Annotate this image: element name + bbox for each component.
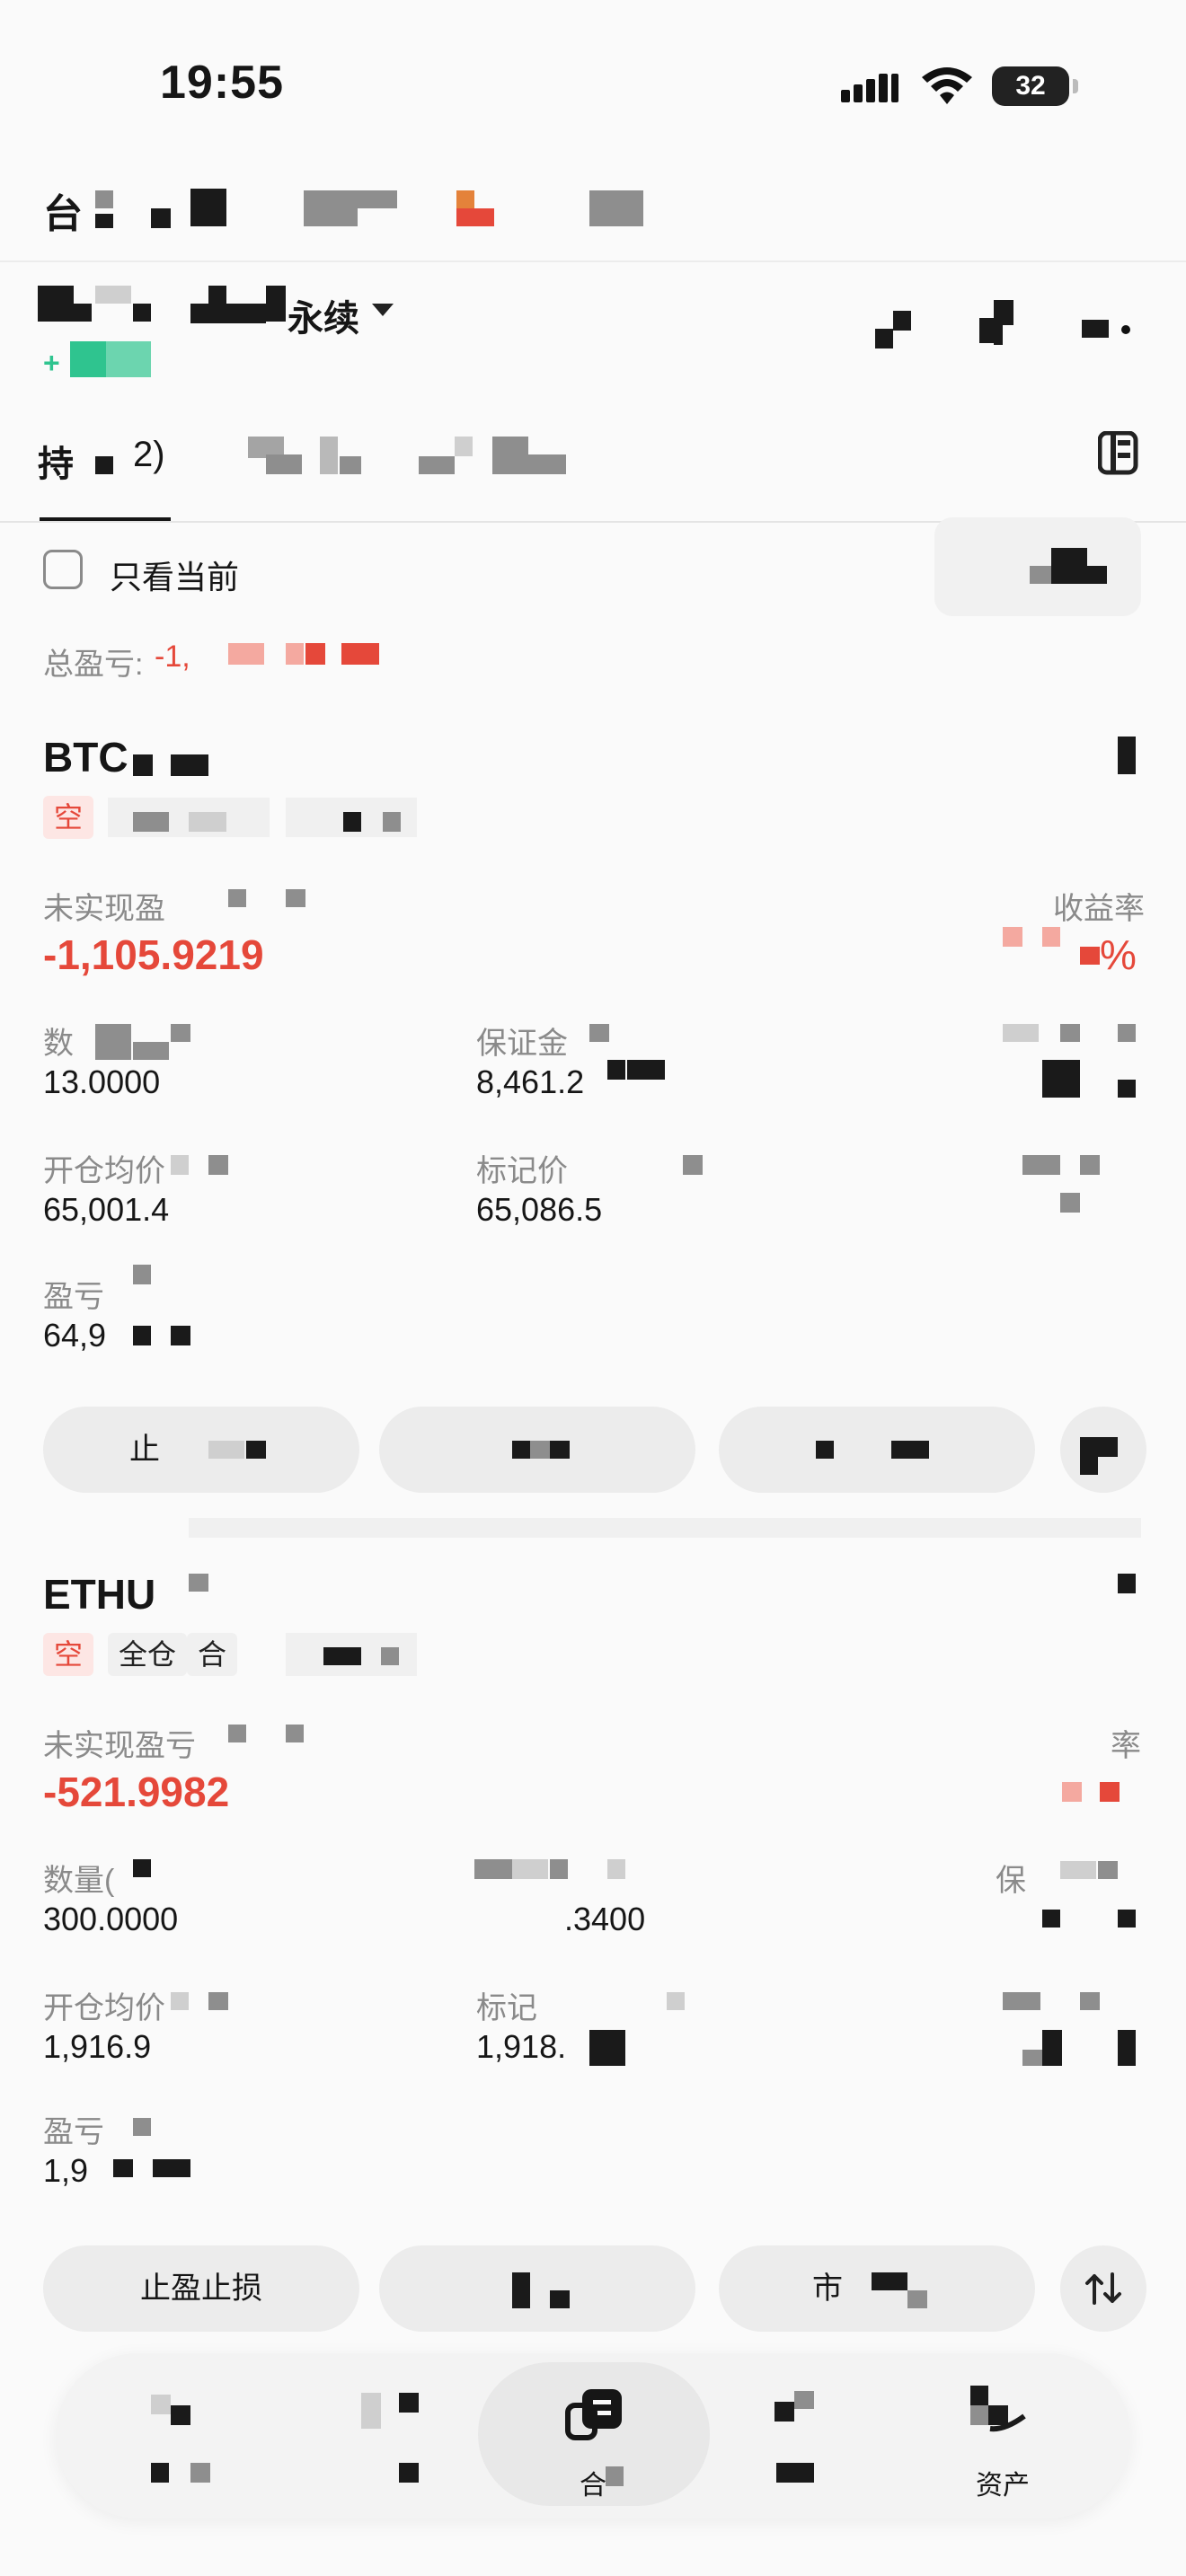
sort-icon — [1085, 2272, 1121, 2305]
return-rate-label: 收益率 — [1053, 892, 1145, 926]
tp-sl-button[interactable]: 止盈止损 — [43, 2245, 359, 2332]
candle-icon[interactable] — [979, 300, 1026, 354]
nav-assets-label: 资产 — [976, 2471, 1030, 2501]
quantity-label: 数 — [43, 1027, 74, 1061]
position-side-tag: 空 — [43, 1633, 94, 1676]
history-icon[interactable] — [1097, 430, 1145, 476]
reverse-position-button[interactable] — [1060, 2245, 1146, 2332]
mark-price-label: 标记价 — [476, 1154, 568, 1188]
total-pnl-label: 总盈亏: — [43, 648, 144, 682]
close-all-button[interactable] — [934, 517, 1141, 616]
return-rate-suffix: % — [1100, 931, 1137, 978]
margin-label: 保证金 — [476, 1027, 568, 1061]
reverse-position-button[interactable] — [1060, 1407, 1146, 1493]
breakeven-value: 64,9 — [43, 1317, 107, 1354]
battery-icon: 32 — [992, 66, 1078, 106]
cellular-icon — [841, 72, 898, 104]
unrealized-pnl-label: 未实现盈 — [43, 892, 165, 926]
margin-label: 保 — [996, 1864, 1026, 1898]
nav-item-home[interactable] — [126, 2380, 270, 2497]
nav-item-trade[interactable] — [719, 2380, 863, 2497]
market-close-button[interactable] — [719, 1407, 1035, 1493]
market-close-label: 市 — [812, 2272, 843, 2306]
mark-price-value: 65,086.5 — [476, 1191, 603, 1228]
margin-value: 8,461.2 — [476, 1063, 585, 1100]
nav-item-markets[interactable] — [323, 2380, 467, 2497]
open-price-label: 开仓均价 — [43, 1991, 165, 2025]
quantity-label: 数量( — [43, 1864, 115, 1898]
close-position-button[interactable] — [379, 2245, 695, 2332]
position-side-tag: 空 — [43, 796, 94, 839]
quantity-value: 13.0000 — [43, 1063, 161, 1100]
unrealized-pnl-value: -521.9982 — [43, 1769, 230, 1815]
nav-item-positions[interactable]: 合 — [521, 2380, 665, 2501]
market-close-button[interactable]: 市 — [719, 2245, 1035, 2332]
quantity-value: 300.0000 — [43, 1901, 179, 1937]
mark-price-value: 1,918. — [476, 2028, 567, 2065]
tp-sl-button-label: 止 — [129, 1433, 160, 1467]
only-current-checkbox[interactable] — [43, 550, 83, 589]
tab-positions[interactable]: 持 — [38, 435, 74, 487]
mark-price-label: 标记 — [476, 1991, 537, 2025]
tab-positions-count: 2) — [133, 435, 165, 474]
margin-mode-tag: 全仓 — [108, 1633, 188, 1676]
wifi-icon — [920, 66, 974, 106]
open-price-label: 开仓均价 — [43, 1154, 165, 1188]
contract-type-tag: 合 — [187, 1633, 238, 1676]
nav-item-assets[interactable]: 资产 — [931, 2380, 1075, 2501]
assets-icon — [970, 2386, 1026, 2432]
close-position-button[interactable] — [379, 1407, 695, 1493]
position-symbol[interactable]: BTC — [43, 733, 128, 781]
header-title: 台 — [43, 192, 83, 236]
position-symbol[interactable]: ETHU — [43, 1570, 155, 1619]
dropdown-caret-icon[interactable] — [372, 304, 394, 321]
total-pnl-value: -1, — [155, 640, 190, 674]
open-price-value: 65,001.4 — [43, 1191, 170, 1228]
price-change: + — [43, 347, 60, 379]
open-price-value: 1,916.9 — [43, 2028, 152, 2065]
return-rate-label: 率 — [1111, 1729, 1141, 1763]
chart-icon[interactable] — [872, 311, 911, 357]
breakeven-label: 盈亏 — [43, 1280, 104, 1314]
tp-sl-button[interactable]: 止 — [43, 1407, 359, 1493]
unrealized-pnl-label: 未实现盈亏 — [43, 1729, 196, 1763]
status-time: 19:55 — [160, 57, 284, 109]
contract-name[interactable]: 永续 — [288, 289, 359, 341]
breakeven-value: 1,9 — [43, 2152, 89, 2189]
unrealized-pnl-value: -1,105.9219 — [43, 931, 264, 978]
nav-positions-label: 合 — [580, 2471, 606, 2501]
breakeven-label: 盈亏 — [43, 2115, 104, 2149]
orders-icon — [565, 2389, 622, 2440]
only-current-label: 只看当前 — [110, 559, 240, 595]
more-icon[interactable] — [1078, 320, 1136, 347]
margin-value: .3400 — [564, 1901, 646, 1937]
